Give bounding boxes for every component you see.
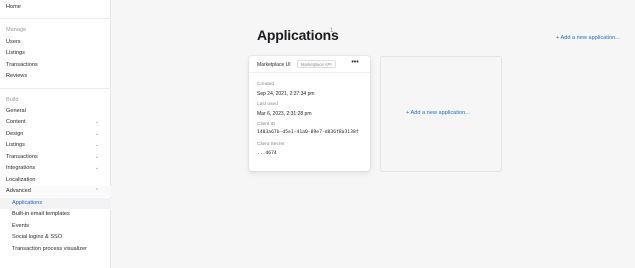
chevron-down-icon: ⌄ (94, 131, 99, 137)
sidebar-item-label: Applications (12, 200, 43, 206)
more-horizontal-icon[interactable]: ••• (350, 59, 360, 68)
sidebar-item-label: Social logins & SSO (12, 234, 63, 240)
section-label: Manage (6, 27, 27, 33)
client-id-label: Client ID (257, 122, 276, 127)
chevron-down-icon: ⌄ (94, 142, 99, 148)
application-card: Marketplace UI Marketplace API ••• Creat… (249, 56, 370, 171)
sidebar-item-label: Localization (6, 177, 36, 183)
sidebar-item-label: Transactions (6, 154, 38, 160)
sidebar-item-general[interactable]: General (0, 106, 111, 117)
section-label: Build (6, 97, 19, 103)
section-header-manage: Manage (0, 25, 111, 36)
sidebar-item-users[interactable]: Users (0, 37, 111, 48)
application-type-badge: Marketplace API (297, 60, 336, 68)
sidebar-item-design[interactable]: Design ⌄ (0, 129, 111, 140)
sidebar-item-label: Listings (6, 142, 25, 148)
sidebar-item-home[interactable]: Home (0, 2, 111, 13)
section-header-build: Build (0, 95, 111, 106)
client-secret-value: ...d674 (257, 151, 277, 156)
last-used-label: Last used (257, 102, 278, 107)
chevron-down-icon: ⌄ (94, 119, 99, 125)
sidebar-item-label: Advanced (6, 188, 31, 194)
sidebar-item-events[interactable]: Events (0, 221, 111, 232)
sidebar-item-label: Built-in email templates (12, 211, 70, 217)
sidebar-item-integrations[interactable]: Integrations ⌄ (0, 163, 111, 174)
sidebar-item-transactions-build[interactable]: Transactions ⌄ (0, 152, 111, 163)
add-application-card-link[interactable]: + Add a new application... (406, 110, 470, 116)
sidebar-item-label: Transactions (6, 62, 38, 68)
sidebar-item-label: Content (6, 119, 26, 125)
sidebar-item-content[interactable]: Content ⌄ (0, 117, 111, 128)
page-title: Applications (257, 27, 339, 43)
client-secret-label: Client Secret (257, 142, 285, 147)
sidebar-item-listings-build[interactable]: Listings ⌄ (0, 140, 111, 151)
sidebar-item-advanced[interactable]: Advanced ⌃ (0, 186, 111, 197)
sidebar-item-applications[interactable]: Applications (0, 198, 111, 209)
chevron-down-icon: ⌄ (94, 165, 99, 171)
chevron-down-icon: ⌄ (94, 154, 99, 160)
last-used-value: Mar 6, 2023, 2:31:28 pm (257, 111, 312, 117)
sidebar-item-email-templates[interactable]: Built-in email templates (0, 209, 111, 220)
chevron-up-icon: ⌃ (94, 188, 99, 194)
sidebar-item-label: Home (6, 4, 21, 10)
sidebar-item-localization[interactable]: Localization (0, 175, 111, 186)
sidebar-item-label: Users (6, 39, 21, 45)
sidebar-item-transactions[interactable]: Transactions (0, 60, 111, 71)
application-name: Marketplace UI (257, 62, 291, 68)
created-value: Sep 24, 2021, 2:37:34 pm (257, 91, 315, 97)
sidebar-item-social-logins[interactable]: Social logins & SSO (0, 232, 111, 243)
sidebar-item-process-visualizer[interactable]: Transaction process visualizer (0, 244, 111, 255)
sidebar-item-label: Reviews (6, 73, 28, 79)
sidebar-item-label: Transaction process visualizer (12, 246, 88, 252)
add-application-link[interactable]: + Add a new application... (556, 35, 620, 41)
sidebar-item-listings[interactable]: Listings (0, 48, 111, 59)
application-count-badge: 1 (330, 28, 334, 34)
sidebar-divider (0, 88, 111, 89)
sidebar-item-reviews[interactable]: Reviews (0, 71, 111, 82)
sidebar-item-label: Events (12, 223, 30, 229)
sidebar-divider (0, 18, 111, 19)
sidebar-item-label: Listings (6, 50, 25, 56)
sidebar-item-label: General (6, 108, 26, 114)
sidebar-item-label: Integrations (6, 165, 36, 171)
sidebar: Home Manage Users Listings Transactions … (0, 0, 111, 268)
client-id-value: 1483a67b-d5e1-41a0-89e7-d836f8a3138f (257, 130, 359, 135)
sidebar-item-label: Design (6, 131, 24, 137)
created-label: Created (257, 82, 275, 87)
application-card-header: Marketplace UI Marketplace API ••• (249, 56, 370, 73)
